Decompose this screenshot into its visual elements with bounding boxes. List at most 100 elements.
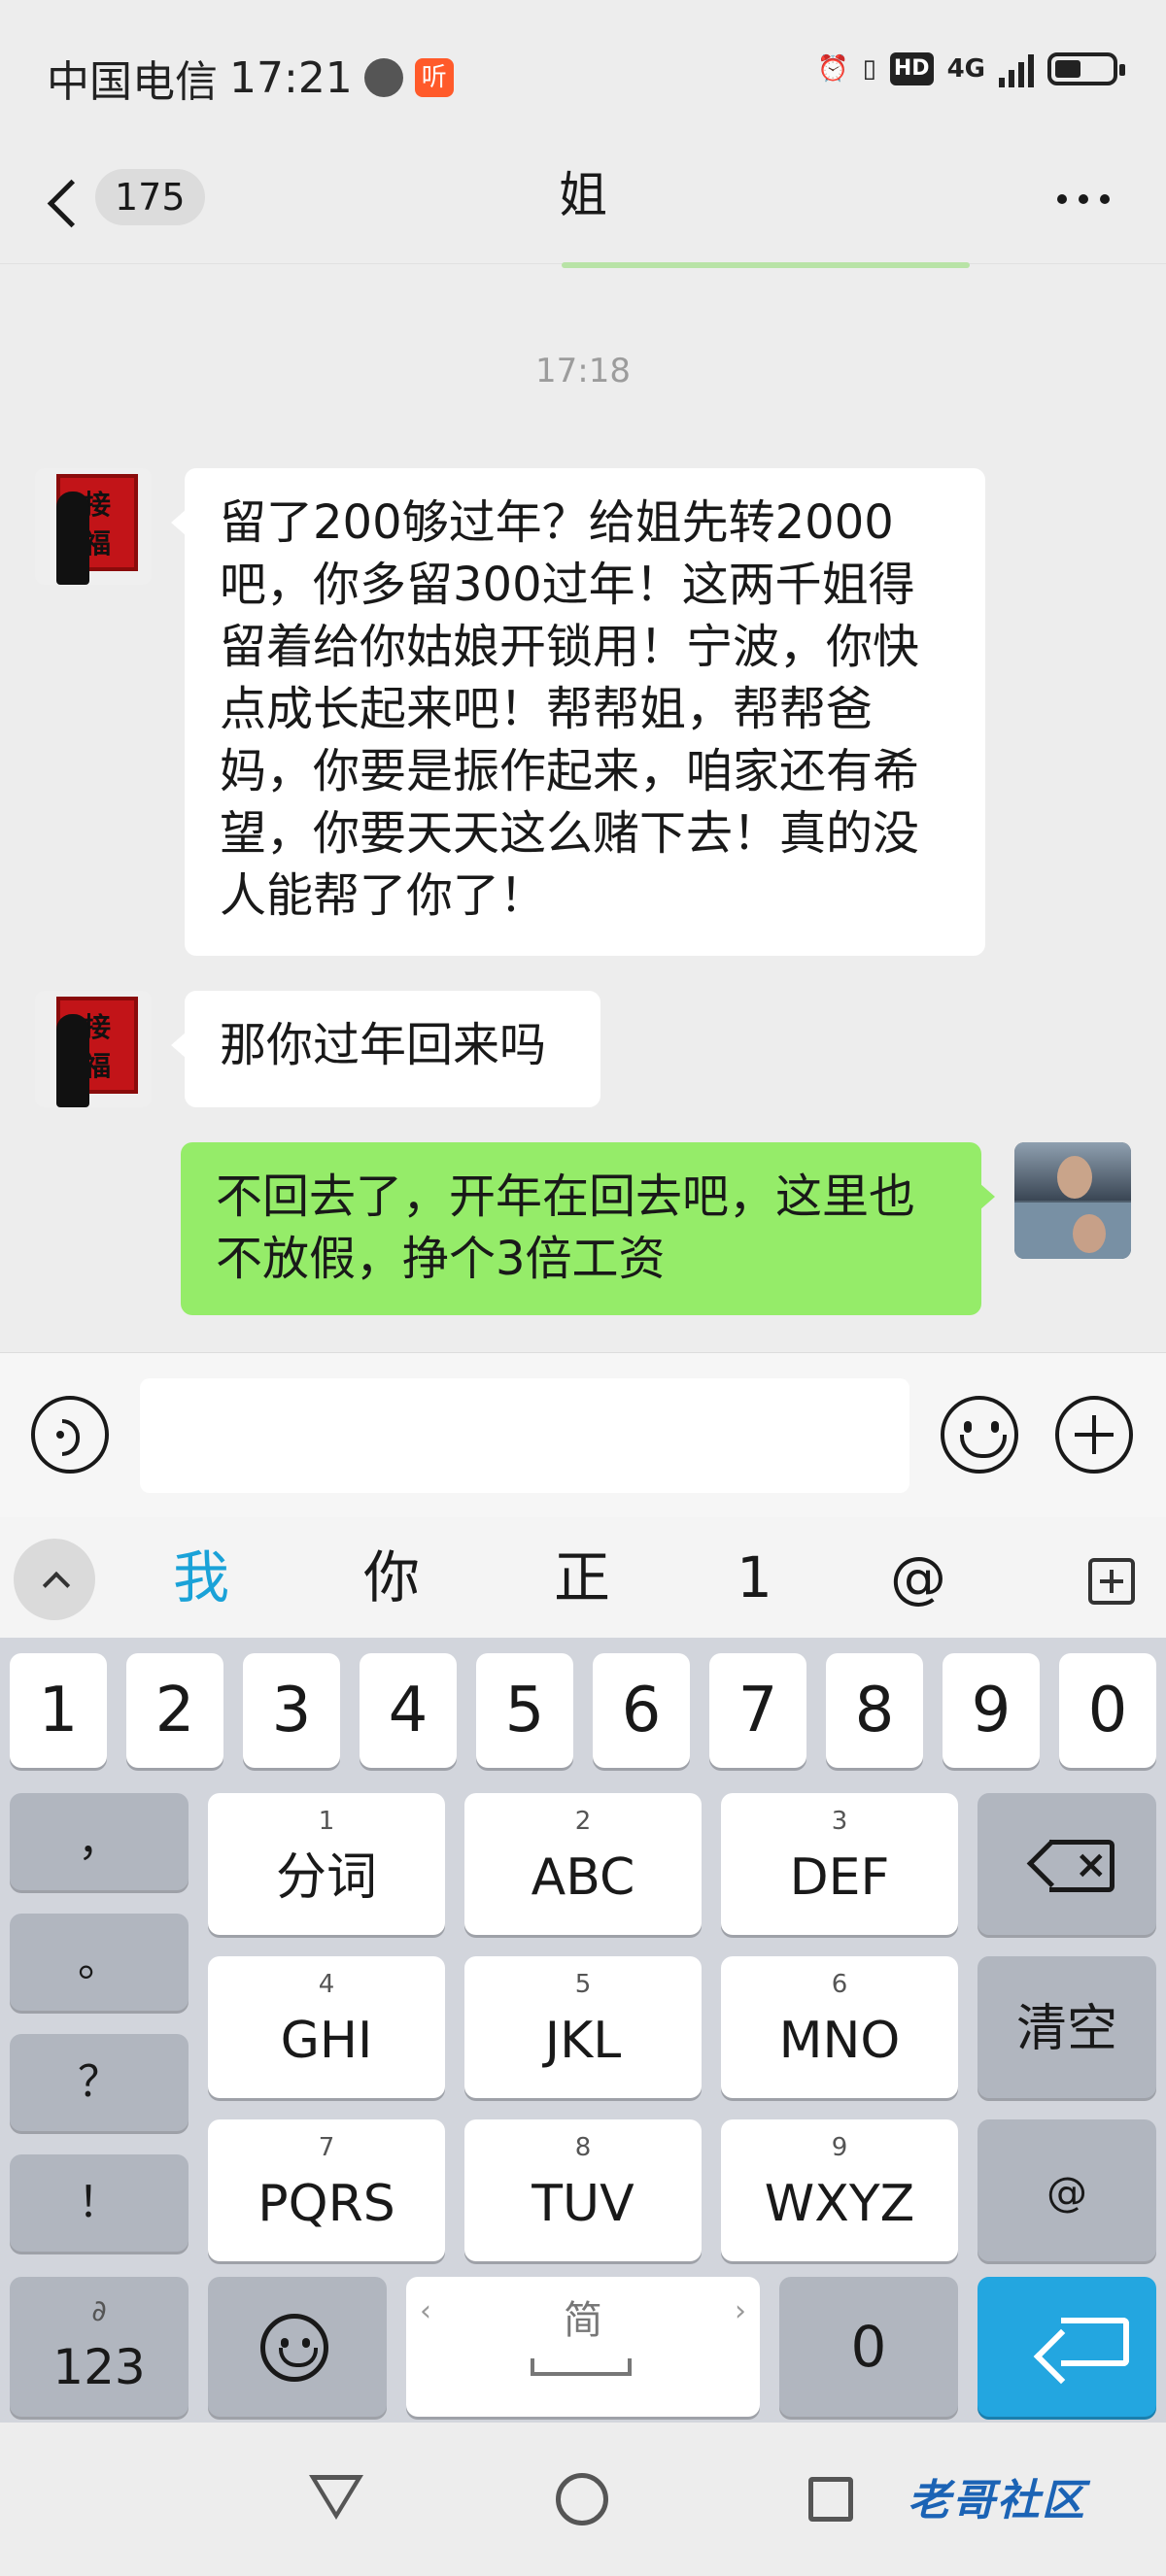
clear-key[interactable]: 清空 — [977, 1956, 1156, 2098]
punct-key[interactable]: ？ — [10, 2034, 189, 2131]
t9-key-8[interactable]: 8 TUV — [464, 2119, 702, 2261]
t9-key-1[interactable]: 1 分词 — [208, 1793, 445, 1935]
candidate-word[interactable]: 1 — [737, 1541, 772, 1614]
message-bubble-received[interactable]: 那你过年回来吗 — [171, 991, 600, 1107]
nav-home-icon[interactable] — [556, 2473, 608, 2525]
alarm-icon: ⏰ — [817, 54, 849, 84]
key-number: 5 — [574, 1970, 592, 1999]
digit-key[interactable]: 2 — [126, 1653, 223, 1768]
message-bubble-sent[interactable]: 不回去了，开年在回去吧，这里也不放假，挣个3倍工资 — [181, 1142, 995, 1315]
digit-key[interactable]: 6 — [593, 1653, 690, 1768]
battery-icon — [1047, 52, 1125, 85]
t9-key-4[interactable]: 4 GHI — [208, 1956, 445, 2098]
status-left: 中国电信 17:21 听 — [47, 47, 454, 109]
at-key[interactable]: @ — [977, 2119, 1156, 2261]
punct-key[interactable]: ， — [10, 1793, 189, 1890]
candidate-bar: 我 你 正 1 @ — [0, 1517, 1166, 1638]
key-number: 4 — [318, 1970, 335, 1999]
key-letters: PQRS — [257, 2175, 395, 2233]
t9-key-7[interactable]: 7 PQRS — [208, 2119, 445, 2261]
key-number: 8 — [574, 2133, 592, 2162]
digit-key[interactable]: 0 — [1059, 1653, 1156, 1768]
digit-key[interactable]: 1 — [10, 1653, 107, 1768]
candidate-word[interactable]: 我 — [173, 1541, 229, 1614]
contact-avatar[interactable]: 接福 — [35, 991, 152, 1107]
digit-key[interactable]: 4 — [360, 1653, 457, 1768]
enter-icon — [1032, 2318, 1129, 2378]
key-number: 1 — [318, 1807, 335, 1836]
key-number: 6 — [831, 1970, 848, 1999]
key-letters: MNO — [778, 2012, 901, 2070]
contact-avatar[interactable]: 接福 — [35, 468, 152, 585]
candidate-word[interactable]: 正 — [554, 1541, 610, 1614]
clock: 17:21 — [229, 52, 353, 103]
candidate-word[interactable]: @ — [890, 1541, 946, 1614]
emoji-icon[interactable] — [941, 1396, 1018, 1474]
key-letters: ABC — [531, 1848, 635, 1907]
voice-icon[interactable] — [31, 1396, 109, 1474]
backspace-icon: × — [1028, 1840, 1115, 1892]
punct-key[interactable]: ！ — [10, 2154, 189, 2252]
previous-message-edge — [562, 262, 970, 268]
hd-icon: HD — [889, 52, 934, 85]
collapse-icon[interactable] — [14, 1539, 95, 1620]
network-label: 4G — [946, 54, 985, 84]
message-input[interactable] — [140, 1378, 909, 1493]
t9-key-5[interactable]: 5 JKL — [464, 1956, 702, 2098]
t9-key-3[interactable]: 3 DEF — [721, 1793, 958, 1935]
number-mode-label: 123 — [52, 2339, 146, 2395]
zero-label: 0 — [850, 2314, 887, 2380]
signal-icon — [999, 51, 1034, 87]
message-bubble-received[interactable]: 留了200够过年？给姐先转2000吧，你多留300过年！这两千姐得留着给你姑娘开… — [171, 468, 985, 956]
key-number: 9 — [831, 2133, 848, 2162]
nav-recent-icon[interactable] — [808, 2477, 853, 2522]
digit-key[interactable]: 7 — [709, 1653, 806, 1768]
key-number: 7 — [318, 2133, 335, 2162]
punct-key[interactable]: 。 — [10, 1914, 189, 2011]
carrier: 中国电信 — [47, 57, 218, 107]
listen-app-icon: 听 — [414, 58, 454, 97]
status-bar: 中国电信 17:21 听 ⏰ ▯ HD 4G — [0, 0, 1166, 146]
chat-header: 175 姐 — [0, 146, 1166, 264]
nav-back-icon[interactable] — [309, 2475, 363, 2520]
t9-key-2[interactable]: 2 ABC — [464, 1793, 702, 1935]
digit-key[interactable]: 3 — [243, 1653, 340, 1768]
plus-icon[interactable] — [1055, 1396, 1133, 1474]
digit-key[interactable]: 8 — [826, 1653, 923, 1768]
key-letters: TUV — [532, 2175, 634, 2233]
my-avatar[interactable] — [1014, 1142, 1131, 1259]
backspace-key[interactable]: × — [977, 1793, 1156, 1935]
smiley-icon — [260, 2314, 328, 2382]
input-bar — [0, 1352, 1166, 1517]
number-mode-key[interactable]: ∂ 123 — [10, 2277, 189, 2417]
key-number: 2 — [574, 1807, 592, 1836]
zero-key[interactable]: 0 — [779, 2277, 958, 2417]
watermark: 老哥社区 — [908, 2476, 1086, 2525]
status-right: ⏰ ▯ HD 4G — [817, 51, 1125, 87]
t9-key-9[interactable]: 9 WXYZ — [721, 2119, 958, 2261]
keyboard: 1 2 3 4 5 6 7 8 9 0 ， 。 ？ ！ 1 分词 2 ABC 3 DE… — [0, 1638, 1166, 2423]
key-letters: GHI — [280, 2012, 373, 2070]
app-notification-icon — [363, 58, 403, 97]
space-label: 简 — [564, 2298, 602, 2343]
t9-key-6[interactable]: 6 MNO — [721, 1956, 958, 2098]
digit-key[interactable]: 5 — [476, 1653, 573, 1768]
more-icon[interactable] — [1057, 179, 1112, 218]
add-word-icon[interactable] — [1088, 1558, 1135, 1605]
emoji-key[interactable] — [208, 2277, 387, 2417]
key-letters: DEF — [789, 1848, 890, 1907]
clear-label: 清空 — [1015, 2000, 1117, 2058]
cursor-right-icon: › — [735, 2294, 746, 2328]
key-letters: 分词 — [275, 1848, 377, 1907]
message-timestamp: 17:18 — [535, 352, 631, 390]
space-icon — [531, 2358, 632, 2376]
digit-key[interactable]: 9 — [943, 1653, 1040, 1768]
space-key[interactable]: ‹ 简 › — [406, 2277, 760, 2417]
key-letters: WXYZ — [764, 2175, 915, 2233]
at-label: @ — [1046, 2168, 1087, 2216]
enter-key[interactable] — [977, 2277, 1156, 2417]
key-number: 3 — [831, 1807, 848, 1836]
chat-title: 姐 — [559, 167, 607, 223]
candidate-word[interactable]: 你 — [363, 1541, 420, 1614]
number-mode-glyph: ∂ — [91, 2294, 107, 2328]
